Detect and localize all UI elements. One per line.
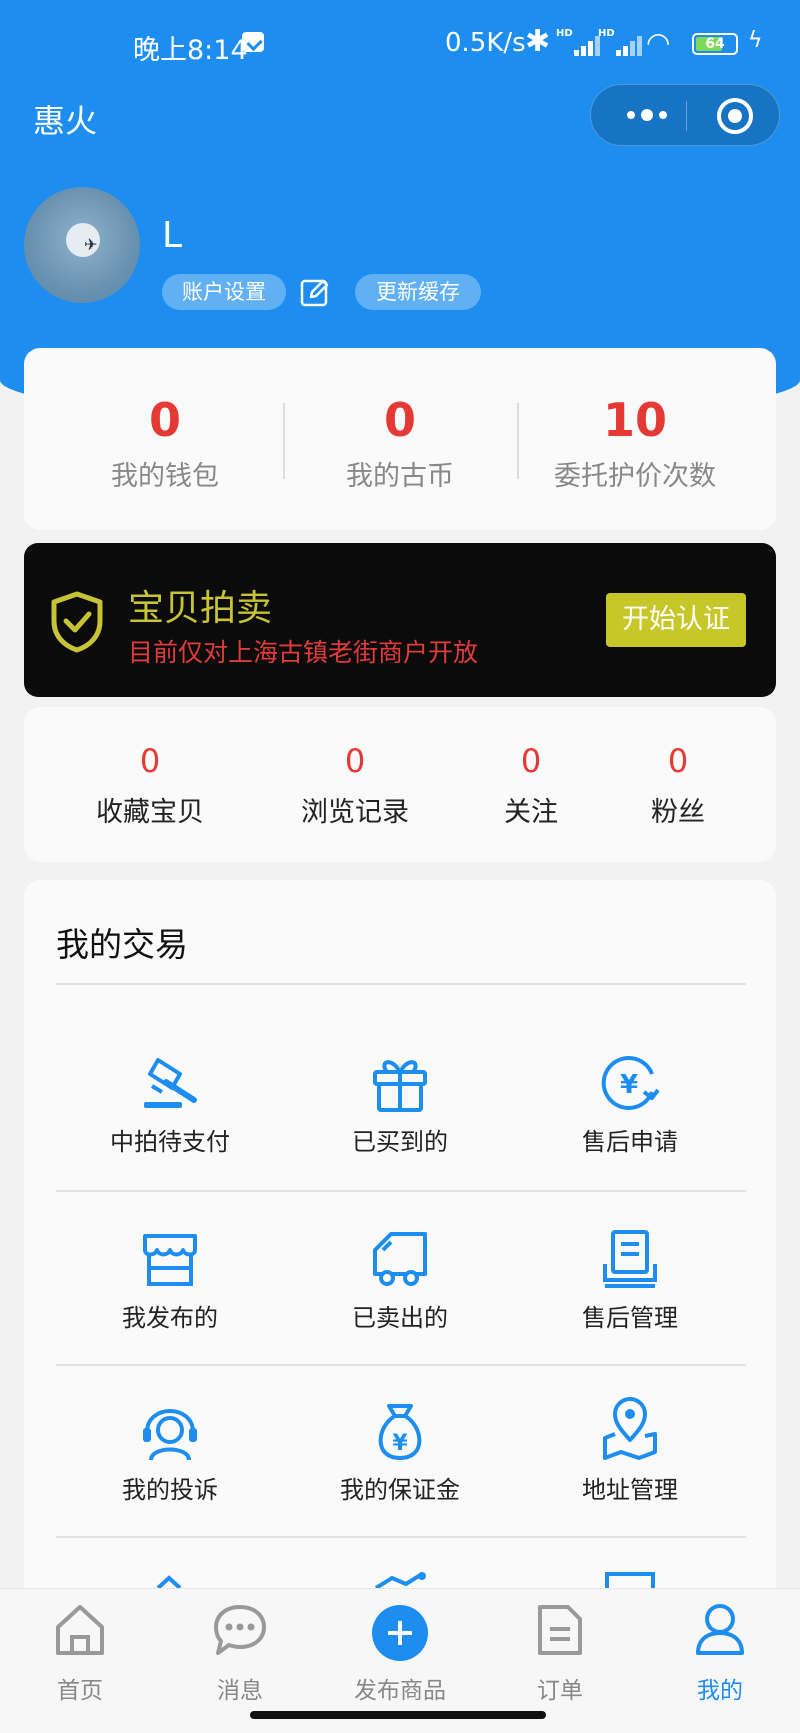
document-stack-icon (603, 1230, 657, 1288)
account-settings-button[interactable]: 账户设置 (162, 274, 286, 310)
money-bag-icon: ¥ (378, 1404, 422, 1460)
trades-title: 我的交易 (56, 925, 188, 964)
sold-item[interactable]: 已卖出的 (285, 1228, 515, 1333)
chat-icon (214, 1605, 266, 1655)
plus-icon (372, 1605, 428, 1661)
plane-icon: ✈ (84, 235, 98, 254)
after-sale-apply-item[interactable]: ¥ 售后申请 (515, 1052, 745, 1157)
won-unpaid-item[interactable]: 中拍待支付 (55, 1052, 285, 1157)
charging-icon: ϟ (748, 28, 763, 53)
favorites-count[interactable]: 0 收藏宝贝 (80, 742, 220, 829)
shield-check-icon (51, 591, 103, 653)
auction-subtitle: 目前仅对上海古镇老街商户开放 (128, 638, 479, 667)
my-published-item[interactable]: 我发布的 (55, 1228, 285, 1333)
deposit-item[interactable]: ¥ 我的保证金 (285, 1400, 515, 1505)
username: L (162, 215, 183, 256)
more-icon[interactable] (617, 85, 687, 147)
headset-icon (143, 1409, 197, 1461)
refresh-cache-button[interactable]: 更新缓存 (355, 274, 481, 310)
truck-icon (373, 1232, 427, 1286)
wallet-stat[interactable]: 0 我的钱包 (80, 392, 250, 493)
after-sale-manage-item[interactable]: 售后管理 (515, 1228, 745, 1333)
status-bar: 晚上8:14 0.5K/s ✱ HD HD ◠ 64 ϟ (0, 0, 800, 88)
bought-item[interactable]: 已买到的 (285, 1052, 515, 1157)
user-icon (696, 1604, 744, 1655)
yen-refund-icon: ¥ (601, 1056, 660, 1110)
network-speed: 0.5K/s (445, 28, 526, 58)
svg-text:¥: ¥ (392, 1431, 408, 1456)
gift-icon (373, 1060, 427, 1112)
avatar[interactable]: ✈ (24, 187, 140, 303)
address-manage-item[interactable]: 地址管理 (515, 1396, 745, 1505)
home-icon (56, 1605, 104, 1655)
notification-icon (242, 32, 264, 52)
document-icon (605, 1572, 655, 1590)
signal-icon-2: HD (598, 28, 642, 56)
edit-icon[interactable] (300, 277, 330, 307)
close-miniprogram-icon[interactable] (717, 98, 753, 134)
wifi-icon: ◠ (646, 26, 671, 59)
auction-hammer-icon (144, 1058, 197, 1108)
status-time: 晚上8:14 (133, 35, 248, 66)
store-icon (143, 1234, 197, 1286)
followers-count[interactable]: 0 粉丝 (628, 742, 728, 829)
svg-text:¥: ¥ (620, 1070, 638, 1100)
home-indicator (250, 1711, 546, 1719)
start-certification-button[interactable]: 开始认证 (606, 593, 746, 647)
signal-icon: HD (556, 28, 600, 56)
map-pin-icon (603, 1397, 657, 1460)
following-count[interactable]: 0 关注 (481, 742, 581, 829)
auction-title: 宝贝拍卖 (128, 588, 273, 629)
auction-banner[interactable]: 宝贝拍卖 目前仅对上海古镇老街商户开放 开始认证 (24, 543, 776, 697)
complaints-item[interactable]: 我的投诉 (55, 1400, 285, 1505)
miniprogram-capsule (590, 84, 780, 146)
app-title: 惠火 (33, 102, 98, 140)
battery-icon: 64 (692, 33, 738, 55)
history-count[interactable]: 0 浏览记录 (285, 742, 425, 829)
order-icon (538, 1605, 582, 1655)
price-protect-stat[interactable]: 10 委托护价次数 (535, 392, 735, 493)
coin-stat[interactable]: 0 我的古币 (315, 392, 485, 493)
bluetooth-icon: ✱ (525, 24, 551, 59)
trend-icon (374, 1572, 426, 1590)
